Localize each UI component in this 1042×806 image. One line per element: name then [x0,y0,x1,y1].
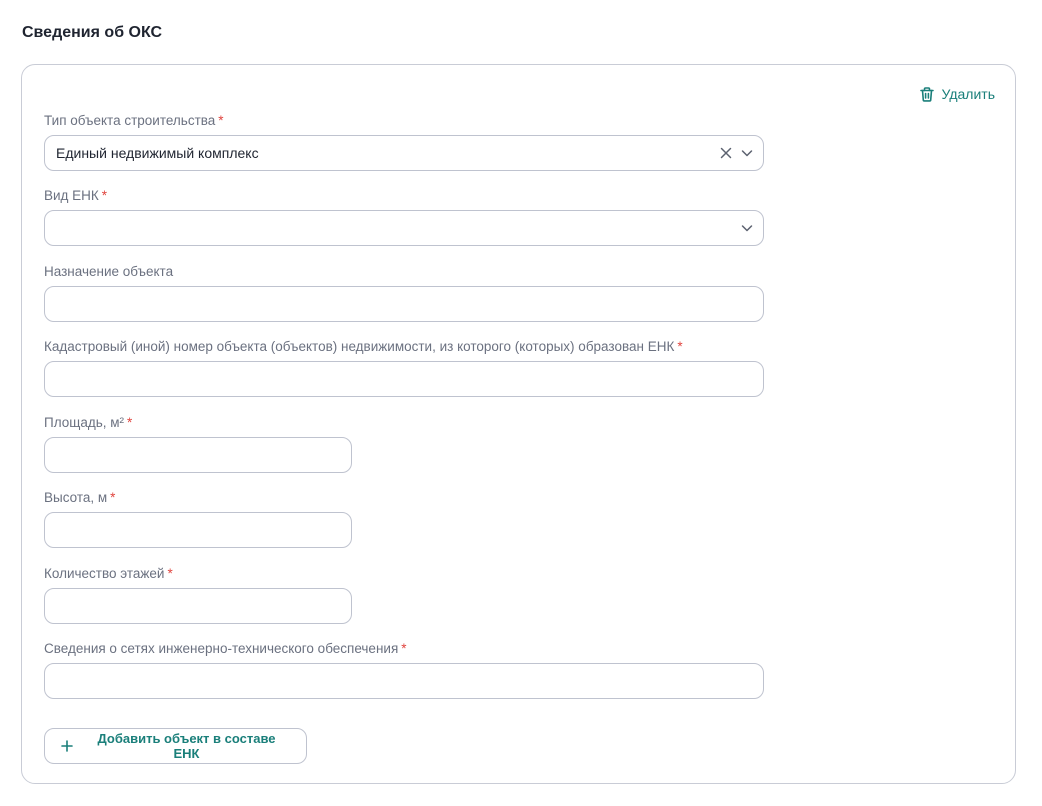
floors-label: Количество этажей * [44,566,173,581]
height-label: Высота, м * [44,490,116,505]
field-floors: Количество этажей * [44,566,352,624]
field-purpose: Назначение объекта [44,264,764,322]
delete-button[interactable]: Удалить [919,86,995,102]
area-label: Площадь, м² * [44,415,133,430]
field-enk-kind: Вид ЕНК * [44,188,764,246]
required-mark: * [110,490,116,505]
required-mark: * [218,113,224,128]
field-area: Площадь, м² * [44,415,352,473]
area-input[interactable] [44,437,352,473]
required-mark: * [127,415,133,430]
field-networks: Сведения о сетях инженерно-технического … [44,641,764,699]
floors-input[interactable] [44,588,352,624]
select-controls [720,146,754,160]
add-object-label: Добавить объект в составе ЕНК [97,731,276,761]
required-mark: * [167,566,173,581]
field-cadastral-number: Кадастровый (иной) номер объекта (объект… [44,339,764,397]
enk-kind-select[interactable] [44,210,764,246]
cadastral-number-input[interactable] [44,361,764,397]
plus-icon [61,740,73,752]
field-height: Высота, м * [44,490,352,548]
trash-icon [919,86,934,102]
enk-kind-label: Вид ЕНК * [44,188,108,203]
networks-input[interactable] [44,663,764,699]
select-controls [740,221,754,235]
delete-label: Удалить [941,86,995,102]
section-title: Сведения об ОКС [22,24,163,41]
field-object-type: Тип объекта строительства * Единый недвиж… [44,113,764,171]
object-type-value: Единый недвижимый комплекс [56,145,259,161]
oks-card: Удалить Тип объекта строительства * Едины… [21,64,1016,784]
required-mark: * [677,339,683,354]
networks-label: Сведения о сетях инженерно-технического … [44,641,407,656]
height-input[interactable] [44,512,352,548]
object-type-label: Тип объекта строительства * [44,113,224,128]
purpose-input[interactable] [44,286,764,322]
close-icon[interactable] [720,147,732,159]
purpose-label: Назначение объекта [44,264,174,279]
cadastral-number-label: Кадастровый (иной) номер объекта (объект… [44,339,683,354]
required-mark: * [401,641,407,656]
chevron-down-icon[interactable] [740,146,754,160]
page: Сведения об ОКС Удалить Тип объекта стро… [0,0,1042,806]
add-object-button[interactable]: Добавить объект в составе ЕНК [44,728,307,764]
chevron-down-icon[interactable] [740,221,754,235]
required-mark: * [101,188,108,203]
object-type-select[interactable]: Единый недвижимый комплекс [44,135,764,171]
